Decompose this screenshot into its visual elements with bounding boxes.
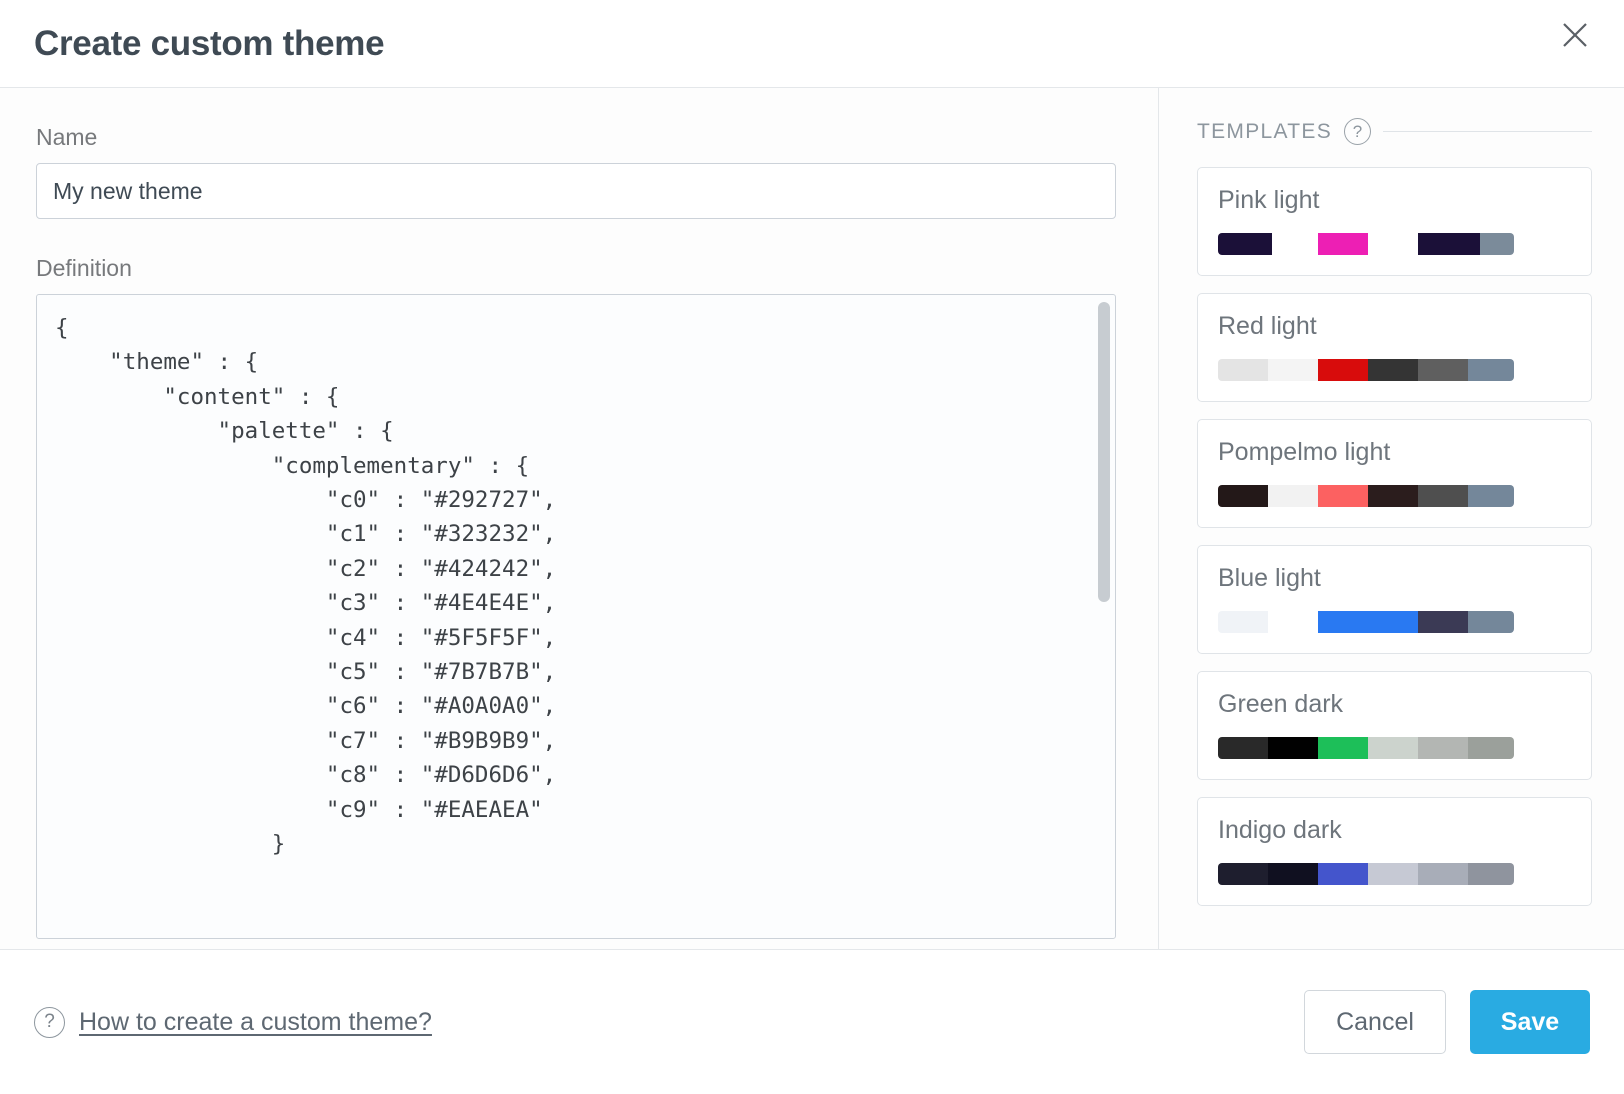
template-swatch-row — [1218, 737, 1514, 759]
close-icon[interactable] — [1552, 12, 1598, 58]
color-swatch — [1268, 485, 1318, 507]
template-swatch-row — [1218, 233, 1514, 255]
templates-heading: TEMPLATES — [1197, 120, 1332, 144]
template-name: Indigo dark — [1218, 816, 1571, 845]
template-name: Red light — [1218, 312, 1571, 341]
color-swatch — [1268, 863, 1318, 885]
color-swatch — [1218, 485, 1268, 507]
template-card[interactable]: Blue light — [1197, 545, 1592, 654]
color-swatch — [1318, 485, 1368, 507]
theme-form-pane: Name Definition { "theme" : { "content" … — [0, 88, 1159, 949]
template-swatch-row — [1218, 359, 1514, 381]
color-swatch — [1268, 359, 1318, 381]
color-swatch — [1468, 359, 1514, 381]
dialog-body: Name Definition { "theme" : { "content" … — [0, 88, 1624, 950]
template-name: Blue light — [1218, 564, 1571, 593]
template-card[interactable]: Pompelmo light — [1197, 419, 1592, 528]
definition-scrollbar[interactable] — [1097, 298, 1111, 935]
color-swatch — [1368, 233, 1418, 255]
color-swatch — [1468, 611, 1514, 633]
template-card[interactable]: Pink light — [1197, 167, 1592, 276]
cancel-button[interactable]: Cancel — [1304, 990, 1446, 1054]
color-swatch — [1218, 611, 1268, 633]
color-swatch — [1368, 359, 1418, 381]
color-swatch — [1480, 233, 1514, 255]
color-swatch — [1318, 233, 1368, 255]
color-swatch — [1468, 737, 1514, 759]
question-mark-icon[interactable]: ? — [1344, 118, 1371, 145]
color-swatch — [1318, 863, 1368, 885]
template-card[interactable]: Indigo dark — [1197, 797, 1592, 906]
question-mark-icon: ? — [34, 1007, 65, 1038]
definition-code-text[interactable]: { "theme" : { "content" : { "palette" : … — [37, 295, 1115, 938]
dialog-header: Create custom theme — [0, 0, 1624, 88]
color-swatch — [1318, 359, 1368, 381]
color-swatch — [1272, 233, 1318, 255]
color-swatch — [1468, 485, 1514, 507]
template-name: Pompelmo light — [1218, 438, 1571, 467]
header-divider — [1383, 131, 1592, 132]
template-list: Pink light Red light Pompelmo light Blue li… — [1197, 167, 1592, 906]
color-swatch — [1418, 737, 1468, 759]
template-swatch-row — [1218, 485, 1514, 507]
template-swatch-row — [1218, 863, 1514, 885]
color-swatch — [1218, 863, 1268, 885]
color-swatch — [1468, 863, 1514, 885]
color-swatch — [1268, 737, 1318, 759]
how-to-create-theme-link[interactable]: ? How to create a custom theme? — [34, 1007, 432, 1038]
templates-header: TEMPLATES ? — [1197, 118, 1592, 145]
color-swatch — [1368, 485, 1418, 507]
color-swatch — [1418, 359, 1468, 381]
color-swatch — [1218, 233, 1272, 255]
templates-pane: TEMPLATES ? Pink light Red light Pompelmo … — [1159, 88, 1624, 949]
color-swatch — [1368, 737, 1418, 759]
color-swatch — [1218, 737, 1268, 759]
color-swatch — [1418, 863, 1468, 885]
color-swatch — [1418, 611, 1468, 633]
template-name: Pink light — [1218, 186, 1571, 215]
help-link-label: How to create a custom theme? — [79, 1008, 432, 1037]
definition-label: Definition — [36, 255, 1116, 282]
color-swatch — [1268, 611, 1318, 633]
color-swatch — [1418, 485, 1468, 507]
color-swatch — [1368, 863, 1418, 885]
color-swatch — [1318, 611, 1418, 633]
template-card[interactable]: Red light — [1197, 293, 1592, 402]
page-title: Create custom theme — [34, 24, 384, 64]
definition-editor[interactable]: { "theme" : { "content" : { "palette" : … — [36, 294, 1116, 939]
color-swatch — [1418, 233, 1480, 255]
color-swatch — [1318, 737, 1368, 759]
create-custom-theme-dialog: Create custom theme Name Definition { "t… — [0, 0, 1624, 1094]
theme-name-input[interactable] — [36, 163, 1116, 219]
name-label: Name — [36, 124, 1116, 151]
template-card[interactable]: Green dark — [1197, 671, 1592, 780]
color-swatch — [1218, 359, 1268, 381]
template-swatch-row — [1218, 611, 1514, 633]
template-name: Green dark — [1218, 690, 1571, 719]
save-button[interactable]: Save — [1470, 990, 1590, 1054]
definition-scrollbar-thumb[interactable] — [1098, 302, 1110, 602]
dialog-footer: ? How to create a custom theme? Cancel S… — [0, 950, 1624, 1094]
